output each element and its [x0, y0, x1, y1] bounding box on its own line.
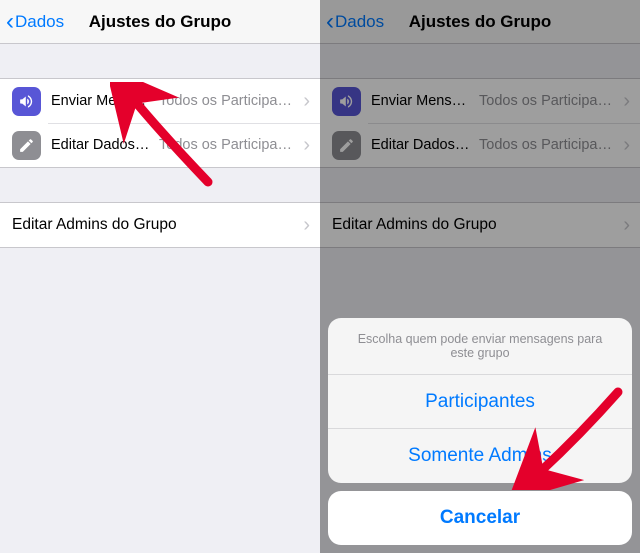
pencil-icon	[332, 131, 361, 160]
row-edit-info[interactable]: Editar Dados do… Todos os Participantes …	[320, 123, 640, 167]
content: Enviar Mensag… Todos os Participantes › …	[320, 44, 640, 248]
row-send-messages[interactable]: Enviar Mensag… Todos os Participantes ›	[320, 79, 640, 123]
content: Enviar Mensag… Todos os Participantes › …	[0, 44, 320, 553]
navbar: ‹ Dados Ajustes do Grupo	[0, 0, 320, 44]
row-value: Todos os Participantes	[153, 93, 299, 109]
row-label: Editar Dados do…	[371, 137, 473, 153]
row-label: Enviar Mensag…	[51, 93, 153, 109]
chevron-right-icon: ›	[623, 90, 630, 113]
admins-group: Editar Admins do Grupo ›	[0, 202, 320, 248]
row-value: Todos os Participantes	[153, 137, 299, 153]
row-label: Editar Admins do Grupo	[332, 216, 497, 234]
row-edit-admins[interactable]: Editar Admins do Grupo ›	[0, 203, 320, 247]
megaphone-icon	[12, 87, 41, 116]
admins-group: Editar Admins do Grupo ›	[320, 202, 640, 248]
row-send-messages[interactable]: Enviar Mensag… Todos os Participantes ›	[0, 79, 320, 123]
megaphone-icon	[332, 87, 361, 116]
back-label: Dados	[15, 12, 64, 32]
row-label: Editar Dados do…	[51, 137, 153, 153]
row-edit-admins[interactable]: Editar Admins do Grupo ›	[320, 203, 640, 247]
pencil-icon	[12, 131, 41, 160]
row-edit-info[interactable]: Editar Dados do… Todos os Participantes …	[0, 123, 320, 167]
action-sheet-body: Escolha quem pode enviar mensagens para …	[328, 318, 632, 483]
nav-title: Ajustes do Grupo	[320, 12, 640, 32]
chevron-right-icon: ›	[303, 90, 310, 113]
row-value: Todos os Participantes	[473, 93, 619, 109]
back-button[interactable]: ‹ Dados	[320, 10, 384, 34]
back-button[interactable]: ‹ Dados	[0, 10, 64, 34]
chevron-left-icon: ‹	[326, 10, 334, 34]
chevron-left-icon: ‹	[6, 10, 14, 34]
settings-group: Enviar Mensag… Todos os Participantes › …	[320, 78, 640, 168]
left-screen: ‹ Dados Ajustes do Grupo Enviar Mensag… …	[0, 0, 320, 553]
option-participants[interactable]: Participantes	[328, 375, 632, 429]
row-value: Todos os Participantes	[473, 137, 619, 153]
right-screen: ‹ Dados Ajustes do Grupo Enviar Mensag… …	[320, 0, 640, 553]
cancel-button[interactable]: Cancelar	[328, 491, 632, 545]
chevron-right-icon: ›	[303, 214, 310, 237]
option-admins-only[interactable]: Somente Admins	[328, 429, 632, 483]
row-label: Editar Admins do Grupo	[12, 216, 177, 234]
chevron-right-icon: ›	[303, 134, 310, 157]
navbar: ‹ Dados Ajustes do Grupo	[320, 0, 640, 44]
back-label: Dados	[335, 12, 384, 32]
action-sheet: Escolha quem pode enviar mensagens para …	[328, 318, 632, 545]
action-sheet-message: Escolha quem pode enviar mensagens para …	[328, 318, 632, 375]
settings-group: Enviar Mensag… Todos os Participantes › …	[0, 78, 320, 168]
row-label: Enviar Mensag…	[371, 93, 473, 109]
chevron-right-icon: ›	[623, 214, 630, 237]
chevron-right-icon: ›	[623, 134, 630, 157]
